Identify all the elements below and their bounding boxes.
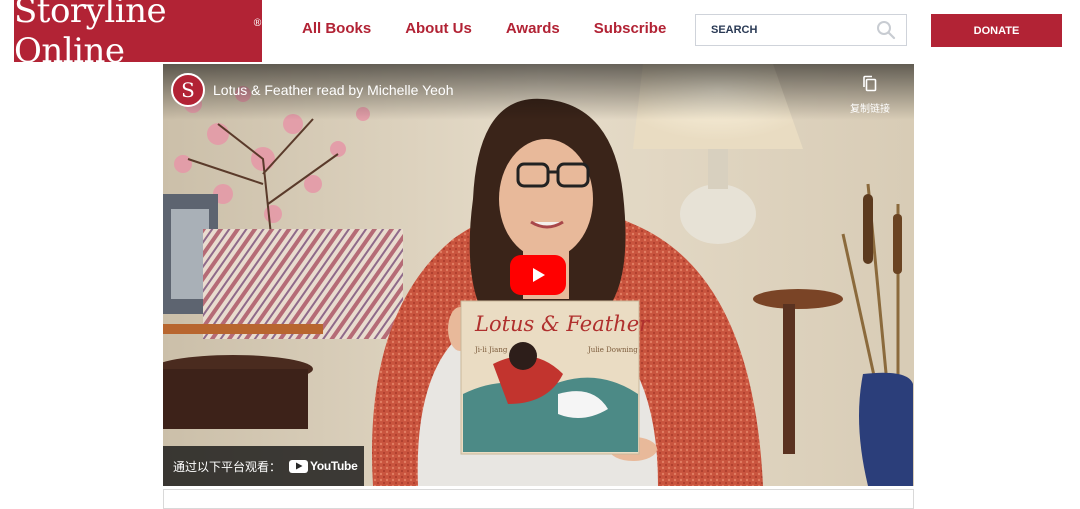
donate-button[interactable]: DONATE [931, 14, 1062, 47]
nav-all-books[interactable]: All Books [302, 20, 371, 37]
nav-about-us[interactable]: About Us [405, 20, 472, 37]
book-author: Ji-li Jiang [475, 346, 508, 354]
storyline-online-logo[interactable]: Storyline Online ® [14, 0, 263, 71]
youtube-logo: YouTube [289, 459, 358, 473]
play-icon [533, 268, 545, 282]
nav-awards[interactable]: Awards [506, 20, 560, 37]
channel-avatar[interactable]: S [171, 73, 205, 107]
watch-on-label: 通过以下平台观看： [173, 459, 282, 474]
copy-icon [863, 75, 877, 92]
search-input[interactable] [709, 23, 872, 37]
book-illustrator: Julie Downing [588, 346, 638, 354]
youtube-play-icon [289, 459, 309, 473]
youtube-wordmark: YouTube [310, 459, 358, 473]
watch-on-youtube-bar[interactable]: 通过以下平台观看： YouTube [163, 446, 364, 486]
play-button[interactable] [510, 255, 566, 295]
copy-link-button[interactable]: 复制链接 [840, 75, 900, 115]
registered-mark: ® [252, 17, 263, 29]
book-title: Lotus & Feather [475, 312, 650, 336]
search-box [695, 14, 907, 46]
nav-subscribe[interactable]: Subscribe [594, 20, 667, 37]
content-panel-edge [163, 489, 914, 509]
copy-link-label: 复制链接 [850, 104, 890, 115]
channel-initial: S [181, 78, 195, 102]
video-title[interactable]: Lotus & Feather read by Michelle Yeoh [213, 82, 454, 98]
video-player[interactable]: S Lotus & Feather read by Michelle Yeoh … [163, 64, 914, 486]
search-icon[interactable] [872, 16, 900, 44]
logo-text: Storyline Online [14, 0, 167, 71]
main-nav: All Books About Us Awards Subscribe [302, 20, 666, 37]
